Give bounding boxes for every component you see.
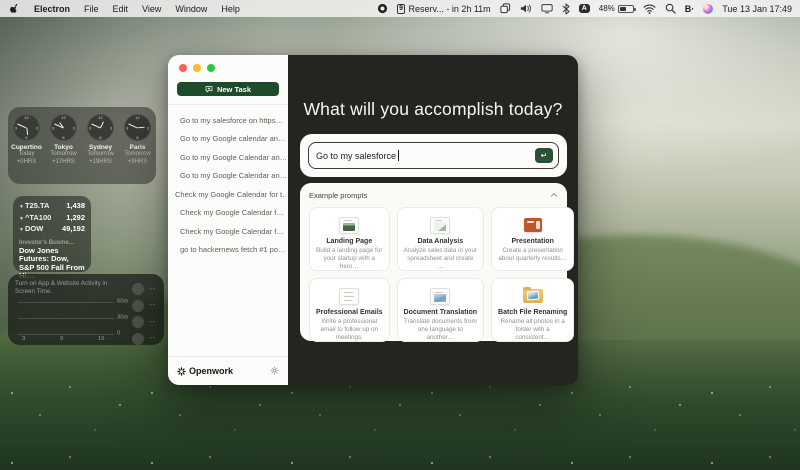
task-item[interactable]: Check my Google Calendar for t… — [168, 185, 288, 204]
openwork-window: New Task Go to my salesforce on https… G… — [168, 55, 578, 385]
task-list: Go to my salesforce on https… Go to my G… — [168, 105, 288, 356]
siri-icon[interactable] — [703, 4, 713, 14]
task-item[interactable]: Go to my Google calendar an… — [168, 130, 288, 149]
stock-row: ▼DOW 49,192 — [19, 224, 85, 236]
calendar-event-item[interactable]: 9 Reserv... - in 2h 11m — [397, 4, 491, 14]
prompt-card-data-analysis[interactable]: Data Analysis Analyze sales data in your… — [397, 207, 485, 271]
clock-cupertino: 12369 Cupertino Today +0HRS — [10, 114, 44, 166]
screen-time-message: Turn on App & Website Activity in Screen… — [15, 280, 127, 295]
task-item[interactable]: Check my Google Calendar f… — [168, 204, 288, 223]
apple-icon[interactable] — [10, 3, 20, 15]
email-document-icon — [339, 288, 359, 305]
minimize-window-button[interactable] — [193, 64, 201, 72]
menu-file[interactable]: File — [84, 4, 99, 14]
screen-time-widget[interactable]: Turn on App & Website Activity in Screen… — [8, 274, 164, 345]
battery-percent: 48% — [599, 4, 615, 13]
openwork-logo-icon — [177, 367, 186, 376]
menubar-app-name[interactable]: Electron — [34, 4, 70, 14]
text-caret — [398, 150, 399, 161]
menu-edit[interactable]: Edit — [113, 4, 129, 14]
task-input-card: Go to my salesforce ↵ — [300, 134, 567, 177]
down-arrow-icon: ▼ — [19, 204, 24, 210]
next-event-label: Reserv... - in 2h 11m — [408, 4, 490, 14]
app-placeholder-icon — [132, 300, 144, 312]
bluetooth-icon[interactable] — [562, 3, 570, 15]
clock-tokyo: 12369 Tokyo Tomorrow +17HRS — [47, 114, 81, 166]
folder-photo-icon — [523, 289, 543, 303]
main-panel: What will you accomplish today? Go to my… — [288, 55, 578, 385]
sidebar: New Task Go to my salesforce on https… G… — [168, 55, 288, 385]
battery-item[interactable]: 48% — [599, 4, 634, 13]
calendar-day-icon: 9 — [397, 4, 406, 14]
menu-bar: Electron File Edit View Window Help 9 Re… — [0, 0, 800, 17]
task-item[interactable]: Check my Google Calendar f… — [168, 222, 288, 241]
task-input[interactable]: Go to my salesforce ↵ — [308, 142, 559, 169]
prompt-card-professional-emails[interactable]: Professional Emails Write a professional… — [309, 278, 390, 342]
landing-page-icon — [339, 217, 359, 234]
prompt-card-presentation[interactable]: Presentation Create a presentation about… — [491, 207, 574, 271]
screen-copy-icon[interactable] — [500, 3, 511, 15]
spotlight-search-icon[interactable] — [665, 3, 676, 15]
task-item[interactable]: Go to my Google Calendar an… — [168, 148, 288, 167]
openwork-brand: Openwork — [177, 366, 233, 376]
prompt-card-document-translation[interactable]: Document Translation Translate documents… — [397, 278, 485, 342]
zoom-window-button[interactable] — [207, 64, 215, 72]
stocks-widget[interactable]: ▼T25.TA 1,438 ▼^TA100 1,292 ▼DOW 49,192 … — [13, 196, 91, 272]
input-source-badge[interactable]: A — [579, 4, 590, 13]
chat-plus-icon — [205, 85, 213, 93]
submit-task-button[interactable]: ↵ — [535, 148, 553, 163]
clock-face-icon: 12369 — [13, 114, 40, 141]
battery-icon — [618, 5, 634, 13]
chevron-up-icon[interactable] — [550, 191, 558, 200]
b-menu-badge[interactable]: B· — [685, 4, 695, 14]
screen-time-chart: 60m 30m 0 3 9 15 — [18, 294, 122, 334]
sidebar-footer: Openwork — [168, 356, 288, 385]
news-source: Investor's Busine… — [19, 240, 85, 246]
close-window-button[interactable] — [179, 64, 187, 72]
down-arrow-icon: ▼ — [19, 227, 24, 233]
app-placeholder-icon — [132, 333, 144, 345]
window-controls — [168, 55, 288, 72]
stock-row: ▼^TA100 1,292 — [19, 213, 85, 225]
menu-help[interactable]: Help — [221, 4, 240, 14]
prompt-card-batch-file-renaming[interactable]: Batch File Renaming Rename all photos in… — [491, 278, 574, 342]
clock-paris: 12369 Paris Tomorrow +9HRS — [121, 114, 155, 166]
down-arrow-icon: ▼ — [19, 216, 24, 222]
app-placeholder-icon — [132, 316, 144, 328]
translation-document-icon — [430, 288, 450, 305]
world-clock-widget[interactable]: 12369 Cupertino Today +0HRS 12369 Tokyo … — [8, 107, 156, 184]
volume-icon[interactable] — [520, 3, 532, 15]
settings-gear-icon[interactable] — [270, 366, 279, 377]
task-item[interactable]: go to hackernews fetch #1 po… — [168, 241, 288, 260]
screen-time-app-list: -- -- -- -- — [132, 281, 156, 347]
presentation-icon — [524, 218, 542, 232]
stock-row: ▼T25.TA 1,438 — [19, 201, 85, 213]
menubar-clock[interactable]: Tue 13 Jan 17:49 — [722, 4, 792, 14]
wifi-icon[interactable] — [643, 3, 656, 15]
example-prompts-panel: Example prompts Landing Page Build a lan… — [300, 183, 567, 341]
clock-sydney: 12369 Sydney Tomorrow +19HRS — [84, 114, 118, 166]
task-item[interactable]: Go to my Google Calendar an… — [168, 167, 288, 186]
wallpaper-flowers — [0, 375, 800, 470]
task-item[interactable]: Go to my salesforce on https… — [168, 111, 288, 130]
desktop: Electron File Edit View Window Help 9 Re… — [0, 0, 800, 470]
display-icon[interactable] — [541, 3, 553, 15]
page-title: What will you accomplish today? — [288, 99, 578, 120]
data-analysis-icon — [430, 217, 450, 234]
prompt-card-landing-page[interactable]: Landing Page Build a landing page for yo… — [309, 207, 390, 271]
clock-face-icon: 12369 — [50, 114, 77, 141]
prompt-card-grid: Landing Page Build a landing page for yo… — [309, 207, 558, 342]
new-task-button[interactable]: New Task — [177, 82, 279, 96]
clock-face-icon: 12369 — [124, 114, 151, 141]
record-status-icon[interactable] — [377, 3, 388, 15]
app-placeholder-icon — [132, 283, 144, 295]
menu-window[interactable]: Window — [175, 4, 207, 14]
menu-view[interactable]: View — [142, 4, 161, 14]
example-prompts-label: Example prompts — [309, 191, 367, 200]
clock-face-icon: 12369 — [87, 114, 114, 141]
